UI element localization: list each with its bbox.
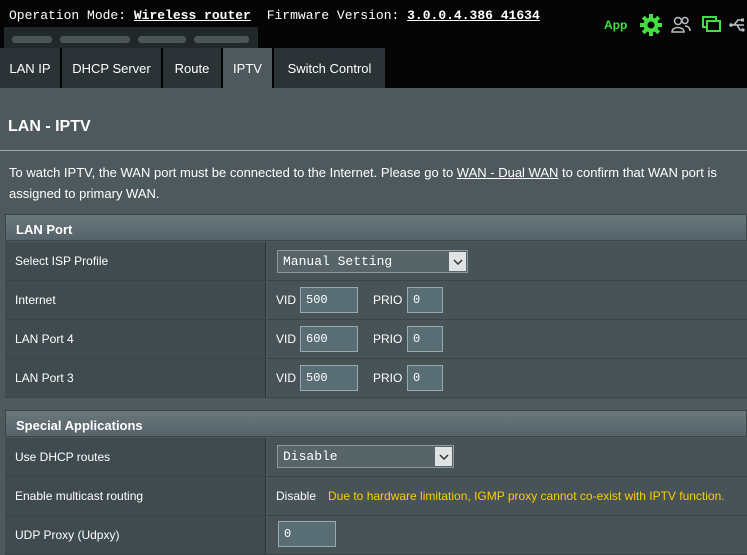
usb-icon[interactable] (729, 17, 745, 37)
vlan-row-internet: Internet VID 500 PRIO 0 (5, 281, 747, 320)
multicast-routing-cell: Disable Due to hardware limitation, IGMP… (267, 477, 747, 515)
description-text: To watch IPTV, the WAN port must be conn… (9, 165, 457, 180)
vlan-cell: VID 500 PRIO 0 (267, 359, 747, 397)
monitor-icon[interactable] (702, 16, 722, 38)
title-divider (0, 150, 747, 151)
prio-input[interactable]: 0 (407, 326, 443, 352)
isp-profile-cell: Manual Setting (267, 242, 747, 280)
udpxy-row: UDP Proxy (Udpxy) 0 (5, 516, 747, 555)
multicast-routing-label: Enable multicast routing (5, 477, 266, 515)
isp-profile-row: Select ISP Profile Manual Setting (5, 242, 747, 281)
vlan-row-lan-port-4: LAN Port 4 VID 600 PRIO 0 (5, 320, 747, 359)
special-applications-section-heading: Special Applications (5, 410, 747, 437)
tab-label: DHCP Server (72, 60, 151, 76)
multicast-routing-value: Disable (276, 489, 317, 503)
isp-profile-value: Manual Setting (283, 254, 393, 269)
multicast-warning-text: Due to hardware limitation, IGMP proxy c… (328, 489, 725, 503)
udpxy-label: UDP Proxy (Udpxy) (5, 516, 266, 554)
wan-dual-wan-link[interactable]: WAN - Dual WAN (457, 165, 559, 180)
prio-input[interactable]: 0 (407, 287, 443, 313)
prio-input[interactable]: 0 (407, 365, 443, 391)
dhcp-routes-cell: Disable (267, 438, 747, 476)
firmware-label: Firmware Version: (266, 8, 400, 23)
lan-port-section-heading: LAN Port (5, 214, 747, 241)
page-title: LAN - IPTV (8, 118, 91, 135)
operation-mode-label: Operation Mode: (9, 8, 127, 23)
vid-input[interactable]: 600 (300, 326, 358, 352)
dhcp-routes-select[interactable]: Disable (277, 445, 454, 468)
port-label: LAN Port 3 (5, 359, 266, 397)
dhcp-routes-label: Use DHCP routes (5, 438, 266, 476)
vlan-cell: VID 500 PRIO 0 (267, 281, 747, 319)
users-icon[interactable] (671, 16, 691, 38)
dhcp-routes-value: Disable (283, 449, 338, 464)
tab-label: Route (174, 60, 210, 76)
vid-input[interactable]: 500 (300, 287, 358, 313)
tab-label: Switch Control (287, 60, 372, 76)
firmware-version-value[interactable]: 3.0.0.4.386_41634 (407, 8, 540, 23)
port-label: Internet (5, 281, 266, 319)
udpxy-input[interactable]: 0 (278, 521, 336, 547)
status-line: Operation Mode: Wireless router Firmware… (9, 8, 548, 23)
vid-label: VID (276, 371, 297, 385)
isp-profile-label: Select ISP Profile (5, 242, 266, 280)
chevron-down-icon (435, 447, 452, 466)
gear-icon[interactable] (640, 14, 662, 40)
tab-label: IPTV (233, 60, 262, 76)
page-description: To watch IPTV, the WAN port must be conn… (9, 162, 739, 204)
vlan-cell: VID 600 PRIO 0 (267, 320, 747, 358)
tab-route[interactable]: Route (163, 48, 223, 88)
vid-label: VID (276, 332, 297, 346)
prio-label: PRIO (373, 293, 403, 307)
prio-label: PRIO (373, 332, 403, 346)
tab-switch-control[interactable]: Switch Control (274, 48, 387, 88)
isp-profile-select[interactable]: Manual Setting (277, 250, 468, 273)
tab-label: LAN IP (9, 60, 51, 76)
app-link[interactable]: App (604, 18, 627, 32)
multicast-routing-row: Enable multicast routing Disable Due to … (5, 477, 747, 516)
top-bar: Operation Mode: Wireless router Firmware… (0, 0, 747, 88)
prio-label: PRIO (373, 371, 403, 385)
tab-lan-ip[interactable]: LAN IP (0, 48, 62, 88)
vid-input[interactable]: 500 (300, 365, 358, 391)
dhcp-routes-row: Use DHCP routes Disable (5, 438, 747, 477)
chevron-down-icon (449, 252, 466, 271)
operation-mode-value[interactable]: Wireless router (134, 8, 251, 23)
vid-label: VID (276, 293, 297, 307)
vlan-row-lan-port-3: LAN Port 3 VID 500 PRIO 0 (5, 359, 747, 398)
port-label: LAN Port 4 (5, 320, 266, 358)
tab-dhcp-server[interactable]: DHCP Server (62, 48, 163, 88)
udpxy-cell: 0 (267, 516, 747, 554)
tab-iptv[interactable]: IPTV (223, 48, 274, 88)
